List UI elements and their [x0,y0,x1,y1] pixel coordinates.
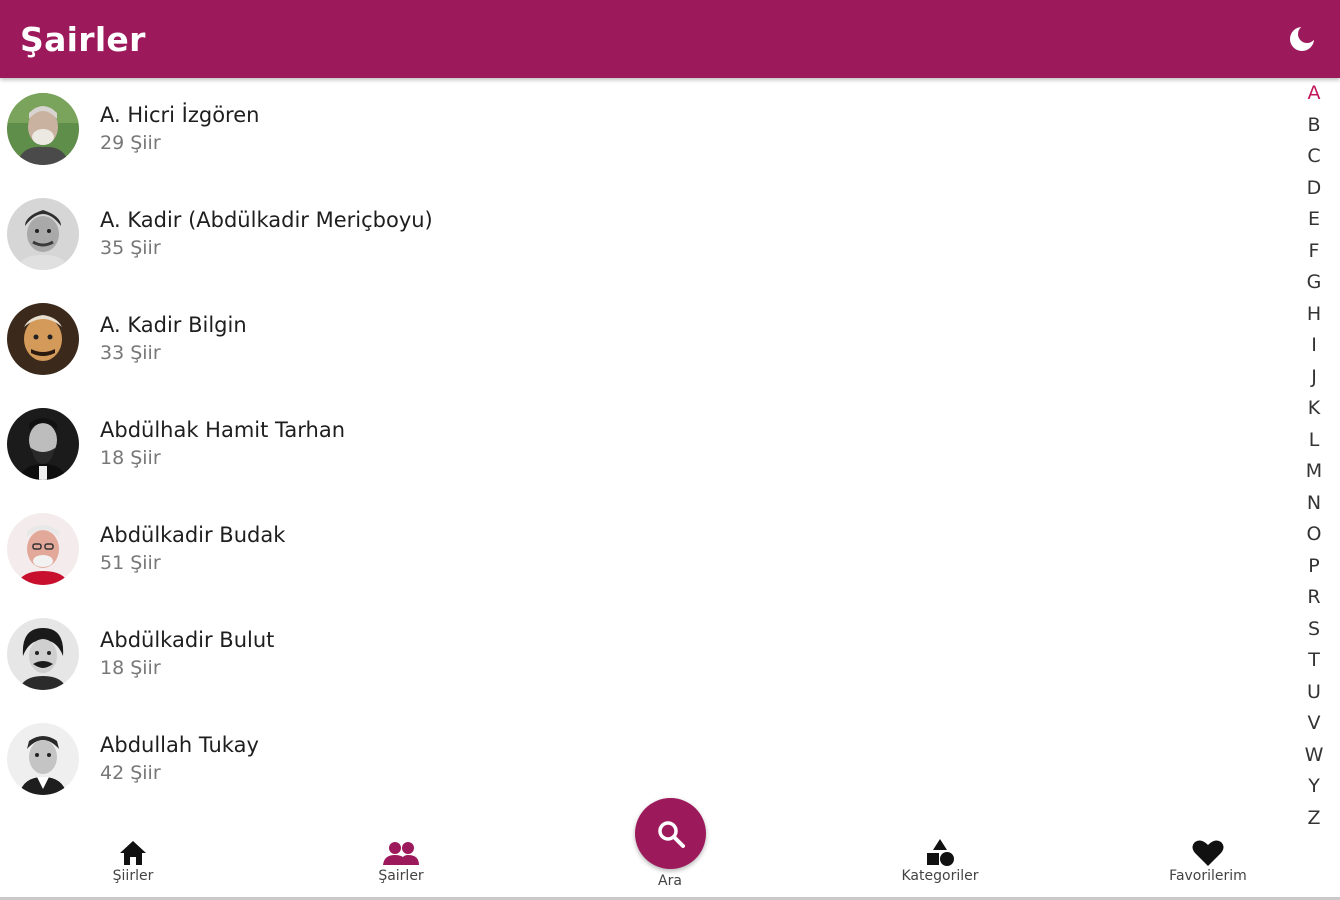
poet-row[interactable]: Abdülkadir Budak 51 Şiir [0,496,1290,601]
poem-count: 18 Şiir [100,446,161,469]
poet-name: A. Kadir Bilgin [100,312,247,337]
search-button[interactable] [635,798,706,869]
home-icon [120,841,146,865]
nav-item-categories[interactable]: Kategoriler [860,838,1020,884]
alphabet-letter-g[interactable]: G [1292,271,1336,293]
nav-item-poets[interactable]: Şairler [321,838,481,884]
alphabet-letter-f[interactable]: F [1292,240,1336,262]
poem-count: 33 Şiir [100,341,161,364]
avatar [7,302,79,375]
alphabet-letter-b[interactable]: B [1292,114,1336,136]
page-title: Şairler [20,19,146,59]
poet-name: A. Hicri İzgören [100,102,260,127]
nav-label-search: Ara [658,873,682,889]
poem-count: 18 Şiir [100,656,161,679]
alphabet-letter-r[interactable]: R [1292,586,1336,608]
poet-list[interactable]: A. Hicri İzgören 29 Şiir A. Kadir (Abdül… [0,76,1290,816]
nav-label-categories: Kategoriler [901,868,979,884]
moon-icon [1290,25,1316,51]
alphabet-letter-w[interactable]: W [1292,744,1336,766]
poet-row[interactable]: A. Kadir Bilgin 33 Şiir [0,286,1290,391]
alphabet-letter-m[interactable]: M [1292,460,1336,482]
alphabet-letter-v[interactable]: V [1292,712,1336,734]
avatar [7,92,79,165]
avatar [7,197,79,270]
alphabet-index[interactable]: ABCDEFGHIJKLMNOPRSTUVWYZ [1292,82,1336,832]
poet-name: A. Kadir (Abdülkadir Meriçboyu) [100,207,433,232]
poet-row[interactable]: Abdülhak Hamit Tarhan 18 Şiir [0,391,1290,496]
avatar [7,722,79,795]
nav-item-home[interactable]: Şiirler [53,838,213,884]
nav-label-home: Şiirler [112,868,154,884]
poet-name: Abdülhak Hamit Tarhan [100,417,346,442]
avatar [7,512,79,585]
alphabet-letter-u[interactable]: U [1292,681,1336,703]
poet-row[interactable]: Abdülkadir Bulut 18 Şiir [0,601,1290,706]
search-icon [657,820,685,848]
poet-name: Abdülkadir Bulut [100,627,275,652]
alphabet-letter-l[interactable]: L [1292,429,1336,451]
app-bar: Şairler [0,0,1340,78]
alphabet-letter-y[interactable]: Y [1292,775,1336,797]
alphabet-letter-a[interactable]: A [1292,82,1336,104]
alphabet-letter-d[interactable]: D [1292,177,1336,199]
alphabet-letter-s[interactable]: S [1292,618,1336,640]
alphabet-letter-h[interactable]: H [1292,303,1336,325]
theme-toggle-button[interactable] [1284,21,1320,57]
poet-name: Abdülkadir Budak [100,522,286,547]
alphabet-letter-t[interactable]: T [1292,649,1336,671]
shapes-icon [927,839,954,866]
alphabet-letter-p[interactable]: P [1292,555,1336,577]
poem-count: 51 Şiir [100,551,161,574]
heart-icon [1192,840,1224,866]
poet-row[interactable]: A. Hicri İzgören 29 Şiir [0,76,1290,181]
alphabet-letter-k[interactable]: K [1292,397,1336,419]
alphabet-letter-o[interactable]: O [1292,523,1336,545]
poem-count: 35 Şiir [100,236,161,259]
alphabet-letter-j[interactable]: J [1292,366,1336,388]
poet-name: Abdullah Tukay [100,732,259,757]
people-icon [383,842,419,865]
alphabet-letter-n[interactable]: N [1292,492,1336,514]
nav-label-poets: Şairler [378,868,424,884]
poem-count: 29 Şiir [100,131,161,154]
alphabet-letter-i[interactable]: I [1292,334,1336,356]
avatar [7,617,79,690]
alphabet-letter-e[interactable]: E [1292,208,1336,230]
alphabet-letter-c[interactable]: C [1292,145,1336,167]
poet-row[interactable]: Abdullah Tukay 42 Şiir [0,706,1290,811]
poet-row[interactable]: A. Kadir (Abdülkadir Meriçboyu) 35 Şiir [0,181,1290,286]
poem-count: 42 Şiir [100,761,161,784]
nav-item-favorites[interactable]: Favorilerim [1128,838,1288,884]
avatar [7,407,79,480]
nav-label-favorites: Favorilerim [1169,868,1247,884]
